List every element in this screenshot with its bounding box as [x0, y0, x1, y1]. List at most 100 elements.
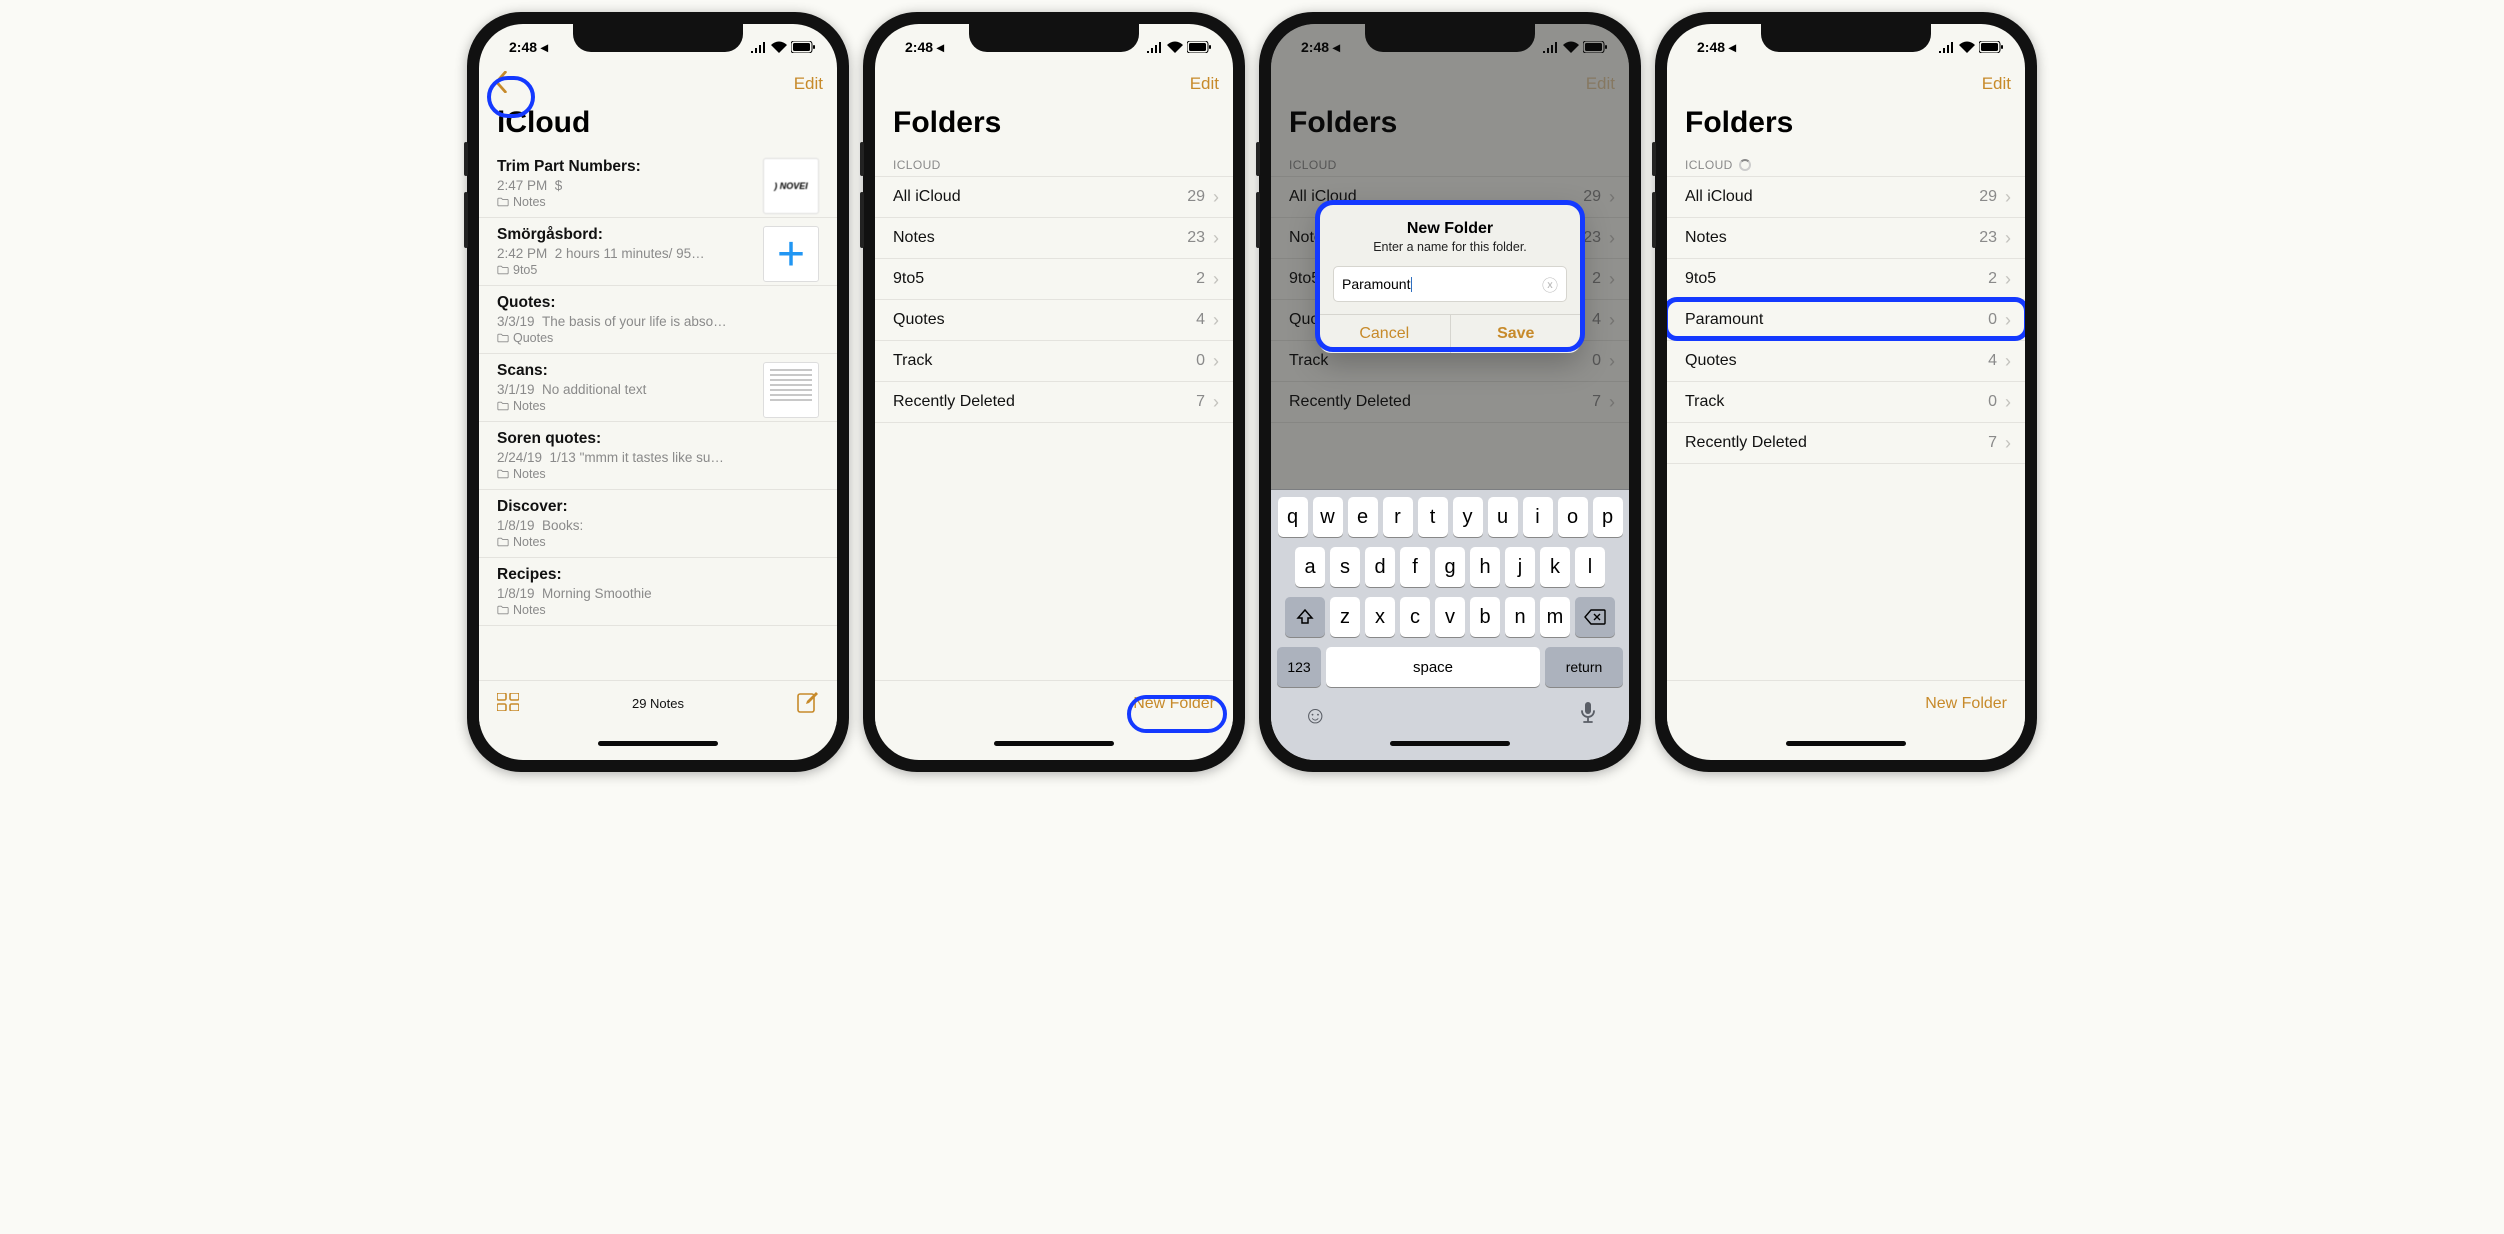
numbers-key[interactable]: 123	[1277, 647, 1321, 687]
grid-icon	[497, 693, 519, 711]
shift-key[interactable]	[1285, 597, 1325, 637]
edit-button[interactable]: Edit	[1190, 74, 1219, 94]
folder-name: Recently Deleted	[893, 393, 1015, 411]
folder-row-notes[interactable]: Notes23›	[875, 218, 1233, 259]
phone-frame-4: 2:48 ◂ Edit Folders ICLOUD All iCloud29›…	[1655, 12, 2037, 772]
key-n[interactable]: n	[1505, 597, 1535, 637]
key-u[interactable]: u	[1488, 497, 1518, 537]
screen-2: 2:48 ◂ Edit Folders ICLOUD All iCloud29›…	[875, 24, 1233, 760]
note-meta: 1/8/19 Books:	[497, 518, 727, 533]
dictation-key[interactable]	[1579, 701, 1597, 730]
key-a[interactable]: a	[1295, 547, 1325, 587]
folder-row-9to5[interactable]: 9to52›	[1667, 259, 2025, 300]
note-row[interactable]: Scans:3/1/19 No additional text Notes	[479, 354, 837, 422]
cancel-button[interactable]: Cancel	[1319, 315, 1450, 353]
folder-count: 0	[1988, 393, 1997, 411]
notes-list[interactable]: Trim Part Numbers:2:47 PM $ Notes) NOVEI…	[479, 150, 837, 680]
chevron-right-icon: ›	[1213, 311, 1219, 329]
edit-button[interactable]: Edit	[1982, 74, 2011, 94]
key-v[interactable]: v	[1435, 597, 1465, 637]
folder-row-quotes[interactable]: Quotes4›	[1667, 341, 2025, 382]
key-z[interactable]: z	[1330, 597, 1360, 637]
key-w[interactable]: w	[1313, 497, 1343, 537]
new-folder-button[interactable]: New Folder	[1133, 695, 1215, 713]
note-meta: 3/1/19 No additional text	[497, 382, 727, 397]
home-indicator[interactable]	[1667, 726, 2025, 760]
key-e[interactable]: e	[1348, 497, 1378, 537]
edit-button[interactable]: Edit	[794, 74, 823, 94]
home-indicator[interactable]	[479, 726, 837, 760]
key-i[interactable]: i	[1523, 497, 1553, 537]
home-indicator[interactable]	[1275, 732, 1625, 754]
note-row[interactable]: Recipes:1/8/19 Morning Smoothie Notes	[479, 558, 837, 626]
chevron-right-icon: ›	[2005, 188, 2011, 206]
notch	[573, 24, 743, 52]
folder-icon	[497, 197, 509, 207]
attachments-button[interactable]	[497, 693, 519, 714]
key-d[interactable]: d	[1365, 547, 1395, 587]
page-title: Folders	[1667, 104, 2025, 150]
folder-name: 9to5	[1685, 270, 1716, 288]
key-q[interactable]: q	[1278, 497, 1308, 537]
note-row[interactable]: Quotes:3/3/19 The basis of your life is …	[479, 286, 837, 354]
bottom-toolbar: 29 Notes	[479, 680, 837, 726]
new-folder-alert: New Folder Enter a name for this folder.…	[1319, 204, 1581, 353]
key-x[interactable]: x	[1365, 597, 1395, 637]
folder-row-recently-deleted[interactable]: Recently Deleted7›	[875, 382, 1233, 423]
key-b[interactable]: b	[1470, 597, 1500, 637]
key-j[interactable]: j	[1505, 547, 1535, 587]
folder-count: 7	[1988, 434, 1997, 452]
note-row[interactable]: Trim Part Numbers:2:47 PM $ Notes) NOVEI	[479, 150, 837, 218]
clear-input-icon[interactable]: ⓧ	[1542, 272, 1558, 296]
note-row[interactable]: Soren quotes:2/24/19 1/13 "mmm it tastes…	[479, 422, 837, 490]
screen-1: 2:48 ◂ Edit iCloud Trim Part Numbers:2:4…	[479, 24, 837, 760]
folder-name-value: Paramount	[1342, 276, 1410, 292]
compose-button[interactable]	[797, 691, 819, 716]
key-c[interactable]: c	[1400, 597, 1430, 637]
signal-icon	[1146, 42, 1163, 53]
folder-row-quotes[interactable]: Quotes4›	[875, 300, 1233, 341]
note-row[interactable]: Discover:1/8/19 Books: Notes	[479, 490, 837, 558]
key-o[interactable]: o	[1558, 497, 1588, 537]
folder-name: Notes	[1685, 229, 1727, 247]
emoji-key[interactable]: ☺	[1303, 702, 1328, 730]
return-key[interactable]: return	[1545, 647, 1623, 687]
folder-row-recently-deleted[interactable]: Recently Deleted7›	[1667, 423, 2025, 464]
folder-row-9to5[interactable]: 9to52›	[875, 259, 1233, 300]
key-y[interactable]: y	[1453, 497, 1483, 537]
section-header-icloud: ICLOUD	[875, 150, 1233, 176]
folder-row-track[interactable]: Track0›	[1667, 382, 2025, 423]
key-m[interactable]: m	[1540, 597, 1570, 637]
folder-row-all-icloud[interactable]: All iCloud29›	[875, 176, 1233, 218]
key-p[interactable]: p	[1593, 497, 1623, 537]
key-h[interactable]: h	[1470, 547, 1500, 587]
backspace-key[interactable]	[1575, 597, 1615, 637]
folder-row-all-icloud[interactable]: All iCloud29›	[1667, 176, 2025, 218]
new-folder-button[interactable]: New Folder	[1925, 695, 2007, 713]
space-key[interactable]: space	[1326, 647, 1540, 687]
screen-3: 2:48 ◂ Edit Folders ICLOUD All iCloud29›…	[1271, 24, 1629, 760]
key-s[interactable]: s	[1330, 547, 1360, 587]
key-g[interactable]: g	[1435, 547, 1465, 587]
note-folder-label: Notes	[497, 467, 819, 481]
key-r[interactable]: r	[1383, 497, 1413, 537]
key-t[interactable]: t	[1418, 497, 1448, 537]
folders-list[interactable]: All iCloud29›Notes23›9to52›Paramount0›Qu…	[1667, 176, 2025, 680]
save-button[interactable]: Save	[1450, 315, 1582, 353]
folder-icon	[497, 401, 509, 411]
note-row[interactable]: Smörgåsbord:2:42 PM 2 hours 11 minutes/ …	[479, 218, 837, 286]
note-meta: 2:47 PM $	[497, 178, 727, 193]
home-indicator[interactable]	[875, 726, 1233, 760]
back-button[interactable]	[493, 71, 509, 98]
key-f[interactable]: f	[1400, 547, 1430, 587]
folder-row-paramount[interactable]: Paramount0›	[1667, 300, 2025, 341]
keyboard[interactable]: qwertyuiop asdfghjkl zxcvbnm 123 space ret…	[1271, 489, 1629, 760]
folder-row-notes[interactable]: Notes23›	[1667, 218, 2025, 259]
key-l[interactable]: l	[1575, 547, 1605, 587]
folder-row-track[interactable]: Track0›	[875, 341, 1233, 382]
folder-name: All iCloud	[1685, 188, 1753, 206]
key-k[interactable]: k	[1540, 547, 1570, 587]
note-thumbnail: +	[763, 226, 819, 282]
folders-list[interactable]: All iCloud29›Notes23›9to52›Quotes4›Track…	[875, 176, 1233, 680]
folder-name-input[interactable]: Paramount ⓧ	[1333, 266, 1567, 302]
